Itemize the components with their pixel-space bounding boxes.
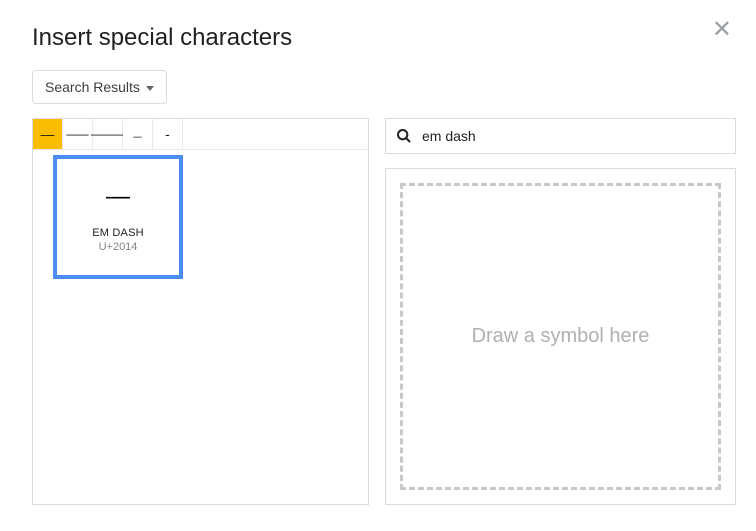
dialog-title: Insert special characters (32, 24, 292, 52)
category-dropdown[interactable]: Search Results (32, 70, 167, 104)
close-button[interactable]: ✕ (712, 18, 732, 42)
category-dropdown-label: Search Results (45, 79, 140, 95)
mini-result-cell[interactable]: - (153, 119, 183, 149)
results-pane: —⸺⸻﹘- — EM DASH U+2014 (32, 118, 369, 505)
content-panes: —⸺⸻﹘- — EM DASH U+2014 Draw a symbol (32, 118, 736, 505)
selected-character-codepoint: U+2014 (61, 241, 175, 253)
insert-special-characters-dialog: Insert special characters ✕ Search Resul… (0, 0, 756, 531)
draw-area-container: Draw a symbol here (385, 168, 736, 505)
selected-character-glyph: — (61, 185, 175, 209)
draw-placeholder-text: Draw a symbol here (472, 325, 650, 348)
draw-canvas[interactable]: Draw a symbol here (400, 183, 721, 490)
selected-character-card[interactable]: — EM DASH U+2014 (53, 155, 183, 279)
title-row: Insert special characters ✕ (20, 0, 736, 70)
selected-character-name: EM DASH (61, 227, 175, 239)
category-dropdown-row: Search Results (32, 70, 736, 104)
mini-results-row: —⸺⸻﹘- (33, 119, 368, 150)
search-input[interactable] (420, 127, 725, 145)
chevron-down-icon (146, 86, 154, 91)
search-box (385, 118, 736, 154)
search-icon (396, 128, 412, 144)
mini-result-cell[interactable]: — (33, 119, 63, 149)
close-icon: ✕ (712, 16, 732, 43)
mini-result-cell[interactable]: ⸻ (93, 119, 123, 149)
mini-result-cell[interactable]: ﹘ (123, 119, 153, 149)
right-pane: Draw a symbol here (385, 118, 736, 505)
mini-result-cell[interactable]: ⸺ (63, 119, 93, 149)
